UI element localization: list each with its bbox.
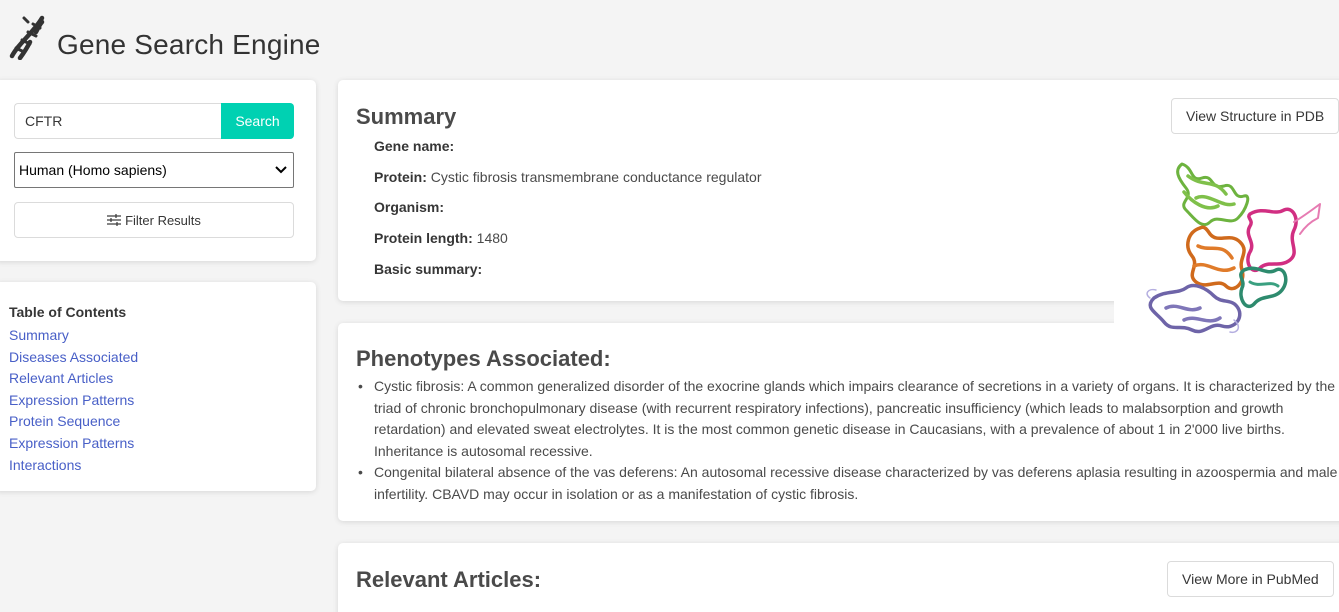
app-header: Gene Search Engine <box>0 0 1339 80</box>
phenotypes-title: Phenotypes Associated: <box>356 346 611 371</box>
toc-list: Summary Diseases Associated Relevant Art… <box>9 325 138 476</box>
species-select-value: Human (Homo sapiens) <box>19 162 167 178</box>
search-button[interactable]: Search <box>221 103 294 139</box>
field-gene-name: Gene name: <box>374 138 455 154</box>
search-input[interactable] <box>14 103 222 139</box>
list-item: Congenital bilateral absence of the vas … <box>358 462 1339 505</box>
toc-link-articles[interactable]: Relevant Articles <box>9 368 138 390</box>
filter-results-label: Filter Results <box>125 212 201 228</box>
sliders-icon <box>107 214 122 226</box>
protein-structure-image <box>1114 148 1339 344</box>
list-item: Cystic fibrosis: A common generalized di… <box>358 376 1339 462</box>
dna-icon <box>9 15 45 60</box>
toc-title: Table of Contents <box>9 304 127 320</box>
summary-title: Summary <box>356 104 457 129</box>
table-of-contents: Table of Contents Summary Diseases Assoc… <box>0 282 316 491</box>
field-basic-summary: Basic summary: <box>374 260 483 277</box>
phenotypes-list: Cystic fibrosis: A common generalized di… <box>358 376 1339 506</box>
view-pdb-button[interactable]: View Structure in PDB <box>1171 98 1339 134</box>
view-pubmed-button[interactable]: View More in PubMed <box>1167 561 1334 597</box>
species-select[interactable]: Human (Homo sapiens) <box>14 152 294 188</box>
field-protein-length: Protein length: 1480 <box>374 230 508 247</box>
toc-link-sequence[interactable]: Protein Sequence <box>9 411 138 433</box>
search-panel: Search Human (Homo sapiens) Filter Resul… <box>0 80 316 261</box>
toc-link-summary[interactable]: Summary <box>9 325 138 347</box>
toc-link-interactions[interactable]: Interactions <box>9 455 138 477</box>
summary-fields: Gene name: Protein: Cystic fibrosis tran… <box>374 136 761 289</box>
articles-title: Relevant Articles: <box>356 567 542 592</box>
phenotypes-card: Phenotypes Associated: Cystic fibrosis: … <box>338 323 1339 521</box>
toc-link-expression[interactable]: Expression Patterns <box>9 390 138 412</box>
chevron-down-icon <box>275 166 287 174</box>
field-organism: Organism: <box>374 199 445 216</box>
field-protein: Protein: Cystic fibrosis transmembrane c… <box>374 168 762 185</box>
filter-results-button[interactable]: Filter Results <box>14 202 294 238</box>
toc-link-diseases[interactable]: Diseases Associated <box>9 347 138 369</box>
toc-link-expression-2[interactable]: Expression Patterns <box>9 433 138 455</box>
app-title: Gene Search Engine <box>57 29 321 60</box>
articles-card: Relevant Articles: View More in PubMed <box>338 543 1339 612</box>
